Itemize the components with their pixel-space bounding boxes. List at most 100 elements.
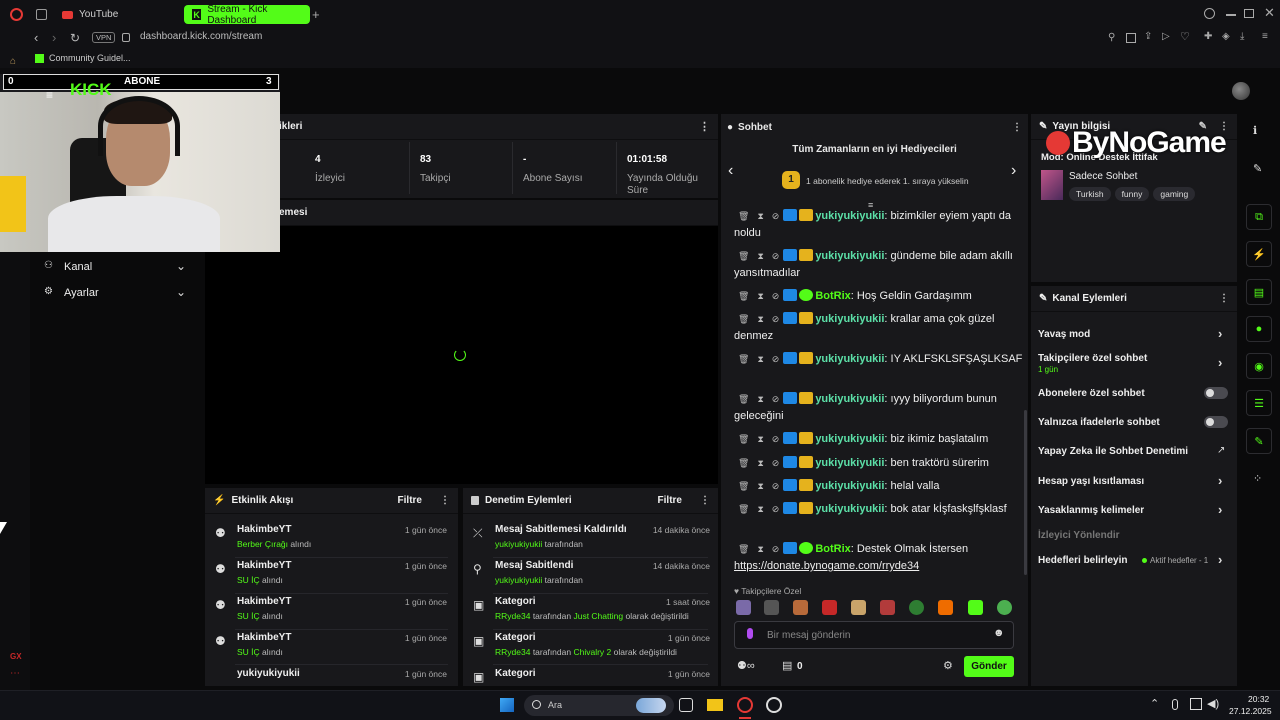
filter-button[interactable]: Filtre bbox=[398, 495, 422, 506]
pin-icon[interactable]: ⚲ bbox=[1108, 32, 1115, 43]
player-icon[interactable]: ▷ bbox=[1162, 31, 1170, 42]
more-widgets-icon[interactable]: ⁘ bbox=[1253, 472, 1262, 485]
tab-kick-dashboard[interactable]: K Stream - Kick Dashboard bbox=[184, 4, 310, 26]
kick-logo[interactable]: KICK bbox=[70, 80, 112, 100]
cube-icon[interactable]: ◈ bbox=[1222, 31, 1230, 42]
chat-username[interactable]: yukiyukiyukii bbox=[815, 480, 884, 492]
minimize-icon[interactable] bbox=[1226, 14, 1236, 16]
chat-username[interactable]: BotRix bbox=[815, 543, 850, 555]
emote-icon[interactable] bbox=[822, 600, 837, 615]
chevron-up-icon[interactable]: ⌃ bbox=[1150, 697, 1159, 710]
users-icon[interactable]: ⚉∞ bbox=[737, 659, 755, 672]
timeout-icon[interactable]: ⧗ bbox=[757, 504, 763, 514]
file-explorer-icon[interactable] bbox=[707, 699, 723, 711]
chevron-right-icon[interactable]: › bbox=[1218, 326, 1222, 341]
emote-icon[interactable] bbox=[909, 600, 924, 615]
action-subscribers-only[interactable]: Abonelere özel sohbet bbox=[1038, 388, 1228, 399]
gift-icon[interactable]: ▤ bbox=[782, 659, 792, 672]
network-icon[interactable] bbox=[1190, 698, 1202, 710]
action-account-age[interactable]: Hesap yaşı kısıtlaması bbox=[1038, 476, 1228, 487]
ban-icon[interactable]: ⊘ bbox=[772, 354, 780, 364]
nav-item-ayarlar[interactable]: ⚙ Ayarlar ⌄ bbox=[42, 285, 190, 302]
ban-icon[interactable]: ⊘ bbox=[772, 251, 780, 261]
chat-username[interactable]: yukiyukiyukii bbox=[815, 503, 884, 515]
task-view-icon[interactable] bbox=[679, 698, 693, 712]
chat-toggle-icon[interactable]: ● bbox=[1246, 316, 1272, 342]
chat-username[interactable]: yukiyukiyukii bbox=[815, 457, 884, 469]
tag[interactable]: funny bbox=[1114, 187, 1150, 201]
chat-input[interactable]: Bir mesaj gönderin ☻ bbox=[734, 621, 1014, 649]
ban-icon[interactable]: ⊘ bbox=[772, 211, 780, 221]
forward-icon[interactable]: › bbox=[52, 30, 56, 45]
bookmark-community-guidelines[interactable]: Community Guidel... bbox=[49, 53, 131, 63]
action-followers-only[interactable]: Takipçilere özel sohbet 1 gün bbox=[1038, 353, 1228, 374]
emote-icon[interactable] bbox=[851, 600, 866, 615]
more-icon[interactable]: ⋯ bbox=[10, 668, 20, 679]
emote-icon[interactable] bbox=[764, 600, 779, 615]
stream-preview-toggle-icon[interactable]: ⧉ bbox=[1246, 204, 1272, 230]
emote-icon[interactable] bbox=[736, 600, 751, 615]
timeout-icon[interactable]: ⧗ bbox=[757, 291, 763, 301]
pencil-icon[interactable]: ✎ bbox=[1253, 162, 1262, 175]
hamburger-menu-icon[interactable]: ≡ bbox=[46, 88, 53, 102]
ban-icon[interactable]: ⊘ bbox=[772, 434, 780, 444]
emote-icon[interactable] bbox=[997, 600, 1012, 615]
chevron-right-icon[interactable]: › bbox=[1218, 473, 1222, 488]
kebab-menu-icon[interactable]: ⋮ bbox=[440, 495, 450, 506]
url-field[interactable]: dashboard.kick.com/stream bbox=[140, 31, 262, 42]
ban-icon[interactable]: ⊘ bbox=[772, 394, 780, 404]
action-emotes-only[interactable]: Yalnızca ifadelerle sohbet bbox=[1038, 417, 1228, 428]
mic-icon[interactable] bbox=[747, 628, 753, 639]
maximize-icon[interactable] bbox=[1244, 9, 1254, 18]
delete-icon[interactable]: 🗑 bbox=[738, 458, 749, 468]
ban-icon[interactable]: ⊘ bbox=[772, 291, 780, 301]
chevron-right-icon[interactable]: › bbox=[1218, 502, 1222, 517]
chevron-right-icon[interactable]: › bbox=[1011, 162, 1016, 180]
emote-icon[interactable] bbox=[793, 600, 808, 615]
tag[interactable]: Turkish bbox=[1069, 187, 1111, 201]
kebab-menu-icon[interactable]: ⋮ bbox=[1219, 293, 1229, 304]
opera-gx-icon[interactable] bbox=[737, 697, 753, 713]
chat-username[interactable]: yukiyukiyukii bbox=[815, 393, 884, 405]
emoji-icon[interactable]: ☻ bbox=[993, 627, 1005, 639]
donate-link[interactable]: https://donate.bynogame.com/rryde34 bbox=[734, 560, 919, 572]
subscribers-only-toggle[interactable] bbox=[1204, 387, 1228, 399]
timeout-icon[interactable]: ⧗ bbox=[757, 434, 763, 444]
action-slow-mode[interactable]: Yavaş mod bbox=[1038, 329, 1228, 340]
timeout-icon[interactable]: ⧗ bbox=[757, 251, 763, 261]
opera-logo-icon[interactable] bbox=[10, 8, 23, 21]
mic-icon[interactable] bbox=[1172, 699, 1178, 710]
taskbar-search[interactable]: Ara bbox=[524, 695, 674, 716]
kebab-menu-icon[interactable]: ⋮ bbox=[699, 120, 710, 133]
delete-icon[interactable]: 🗑 bbox=[738, 481, 749, 491]
delete-icon[interactable]: 🗑 bbox=[738, 251, 749, 261]
back-icon[interactable]: ‹ bbox=[34, 30, 38, 45]
chat-username[interactable]: yukiyukiyukii bbox=[815, 313, 884, 325]
moderation-toggle-icon[interactable]: ☰ bbox=[1246, 390, 1272, 416]
action-banned-words[interactable]: Yasaklanmış kelimeler bbox=[1038, 505, 1228, 516]
start-icon[interactable] bbox=[500, 698, 514, 712]
kebab-menu-icon[interactable]: ⋮ bbox=[1012, 122, 1022, 133]
delete-icon[interactable]: 🗑 bbox=[738, 211, 749, 221]
close-icon[interactable]: ✕ bbox=[1264, 5, 1275, 21]
shop-icon[interactable]: ⌂ bbox=[10, 56, 16, 67]
vpn-badge[interactable]: VPN bbox=[92, 32, 116, 43]
send-button[interactable]: Gönder bbox=[964, 656, 1014, 677]
chat-scrollbar[interactable] bbox=[1024, 410, 1027, 575]
ban-icon[interactable]: ⊘ bbox=[772, 314, 780, 324]
kebab-menu-icon[interactable]: ⋮ bbox=[700, 495, 710, 506]
tag[interactable]: gaming bbox=[1153, 187, 1196, 201]
heart-icon[interactable]: ♡ bbox=[1180, 30, 1190, 43]
chat-username[interactable]: yukiyukiyukii bbox=[815, 250, 884, 262]
timeout-icon[interactable]: ⧗ bbox=[757, 211, 763, 221]
filter-button[interactable]: Filtre bbox=[658, 495, 682, 506]
emote-icon[interactable] bbox=[880, 600, 895, 615]
emotes-only-toggle[interactable] bbox=[1204, 416, 1228, 428]
share-icon[interactable]: ⇪ bbox=[1144, 31, 1152, 42]
delete-icon[interactable]: 🗑 bbox=[738, 544, 749, 554]
delete-icon[interactable]: 🗑 bbox=[738, 504, 749, 514]
chat-username[interactable]: yukiyukiyukii bbox=[815, 433, 884, 445]
timeout-icon[interactable]: ⧗ bbox=[757, 354, 763, 364]
volume-icon[interactable]: ◀) bbox=[1207, 697, 1219, 710]
delete-icon[interactable]: 🗑 bbox=[738, 354, 749, 364]
